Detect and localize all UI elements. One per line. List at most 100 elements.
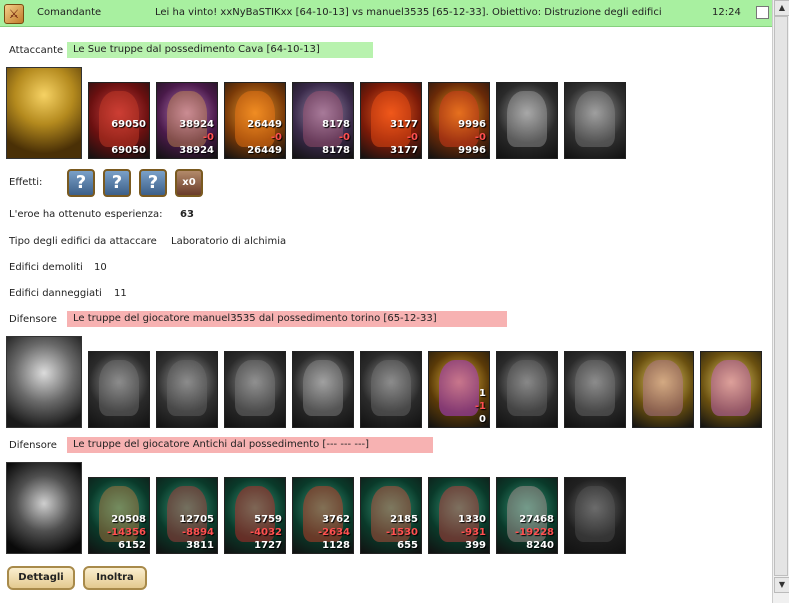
unit-count-mid: -0 <box>338 132 350 143</box>
unit-count-top: 20508 <box>111 514 146 525</box>
unit-card[interactable] <box>224 351 286 428</box>
defender-label: Difensore <box>9 440 57 451</box>
details-button[interactable]: Dettagli <box>7 566 75 590</box>
unit-figure <box>235 360 275 416</box>
unit-card[interactable]: 5759 -4032 1727 <box>224 477 286 554</box>
unit-count-bottom: 9996 <box>458 145 486 156</box>
unit-card[interactable] <box>360 351 422 428</box>
unit-count-mid: -931 <box>460 527 486 538</box>
unit-count-top: 8178 <box>322 119 350 130</box>
unit-card[interactable] <box>156 351 218 428</box>
effects-label: Effetti: <box>9 177 43 188</box>
unit-count-mid: -14356 <box>107 527 146 538</box>
unit-count-mid: -4032 <box>250 527 282 538</box>
scroll-down-icon[interactable]: ▼ <box>774 577 790 593</box>
unit-count-mid: -2634 <box>318 527 350 538</box>
vertical-scrollbar[interactable]: ▲ ▼ <box>772 0 790 603</box>
unit-card[interactable]: 69050 69050 <box>88 82 150 159</box>
unit-card[interactable] <box>292 351 354 428</box>
unit-figure <box>439 360 479 416</box>
unit-count-mid: -1530 <box>386 527 418 538</box>
unit-count-bottom: 69050 <box>111 145 146 156</box>
unit-card[interactable]: 12705 -8894 3811 <box>156 477 218 554</box>
unit-figure <box>575 360 615 416</box>
attacker-hero-portrait[interactable] <box>6 67 82 159</box>
unit-count-bottom: 26449 <box>247 145 282 156</box>
unit-card[interactable] <box>632 351 694 428</box>
unit-figure <box>711 360 751 416</box>
unit-count-bottom: 1128 <box>322 540 350 551</box>
attacker-label: Attaccante <box>9 45 64 56</box>
experience-value: 63 <box>180 209 194 220</box>
unit-count-top: 27468 <box>519 514 554 525</box>
message-time: 12:24 <box>712 7 741 18</box>
unit-count-bottom: 3811 <box>186 540 214 551</box>
unit-count-mid: -1 <box>474 401 486 412</box>
unit-count-bottom: 3177 <box>390 145 418 156</box>
unit-card[interactable]: 2185 -1530 655 <box>360 477 422 554</box>
unit-card[interactable]: 3762 -2634 1128 <box>292 477 354 554</box>
defender-hero-portrait[interactable] <box>6 336 82 428</box>
defender-label: Difensore <box>9 314 57 325</box>
defender-description: Le truppe del giocatore Antichi dal poss… <box>67 437 433 453</box>
unit-figure <box>371 360 411 416</box>
unit-figure <box>167 360 207 416</box>
unit-card[interactable]: 8178 -0 8178 <box>292 82 354 159</box>
defender-hero-portrait[interactable] <box>6 462 82 554</box>
unit-count-mid: -0 <box>406 132 418 143</box>
commander-icon: ⚔ <box>4 4 24 24</box>
unit-count-mid: -0 <box>202 132 214 143</box>
unit-card[interactable]: 1330 -931 399 <box>428 477 490 554</box>
scroll-up-icon[interactable]: ▲ <box>774 0 790 16</box>
unit-count-top: 38924 <box>179 119 214 130</box>
unit-figure <box>575 91 615 147</box>
unit-count-mid: -8894 <box>182 527 214 538</box>
unit-card[interactable] <box>496 351 558 428</box>
unit-count-top: 3762 <box>322 514 350 525</box>
unit-card[interactable] <box>700 351 762 428</box>
effect-question-icon[interactable]: ? <box>139 169 167 197</box>
building-type-value: Laboratorio di alchimia <box>171 236 287 247</box>
unit-card[interactable] <box>496 82 558 159</box>
unit-figure <box>507 360 547 416</box>
unit-card[interactable] <box>564 82 626 159</box>
scroll-thumb[interactable] <box>774 16 788 576</box>
message-header[interactable]: ⚔ Comandante Lei ha vinto! xxNyBaSTIKxx … <box>0 0 772 27</box>
unit-count-top: 69050 <box>111 119 146 130</box>
message-subject: Lei ha vinto! xxNyBaSTIKxx [64-10-13] vs… <box>155 7 662 18</box>
unit-card[interactable] <box>564 351 626 428</box>
defender-description: Le truppe del giocatore manuel3535 dal p… <box>67 311 507 327</box>
attacker-description: Le Sue truppe dal possedimento Cava [64-… <box>67 42 373 58</box>
unit-card[interactable]: 27468 -19228 8240 <box>496 477 558 554</box>
unit-count-top: 12705 <box>179 514 214 525</box>
battle-report: ⚔ Comandante Lei ha vinto! xxNyBaSTIKxx … <box>0 0 772 603</box>
unit-count-bottom: 1727 <box>254 540 282 551</box>
unit-count-top: 5759 <box>254 514 282 525</box>
unit-count-mid: -0 <box>474 132 486 143</box>
unit-card[interactable]: 38924 -0 38924 <box>156 82 218 159</box>
unit-count-bottom: 0 <box>479 414 486 425</box>
select-checkbox[interactable] <box>756 6 769 19</box>
unit-card[interactable]: 20508 -14356 6152 <box>88 477 150 554</box>
effect-spell-icon[interactable]: x0 <box>175 169 203 197</box>
effect-question-icon[interactable]: ? <box>103 169 131 197</box>
unit-figure <box>575 486 615 542</box>
unit-figure <box>99 360 139 416</box>
unit-figure <box>507 91 547 147</box>
unit-card[interactable]: 9996 -0 9996 <box>428 82 490 159</box>
unit-card[interactable]: 26449 -0 26449 <box>224 82 286 159</box>
unit-card[interactable] <box>88 351 150 428</box>
forward-button[interactable]: Inoltra <box>83 566 147 590</box>
unit-card[interactable]: 3177 -0 3177 <box>360 82 422 159</box>
unit-count-top: 2185 <box>390 514 418 525</box>
unit-count-bottom: 6152 <box>118 540 146 551</box>
unit-count-mid: -19228 <box>515 527 554 538</box>
unit-count-mid: -0 <box>270 132 282 143</box>
demolished-value: 10 <box>94 262 107 273</box>
building-type-label: Tipo degli edifici da attaccare <box>9 236 157 247</box>
experience-label: L'eroe ha ottenuto esperienza: <box>9 209 163 220</box>
damaged-label: Edifici danneggiati <box>9 288 102 299</box>
unit-card[interactable]: 1 -1 0 <box>428 351 490 428</box>
effect-question-icon[interactable]: ? <box>67 169 95 197</box>
unit-card[interactable] <box>564 477 626 554</box>
